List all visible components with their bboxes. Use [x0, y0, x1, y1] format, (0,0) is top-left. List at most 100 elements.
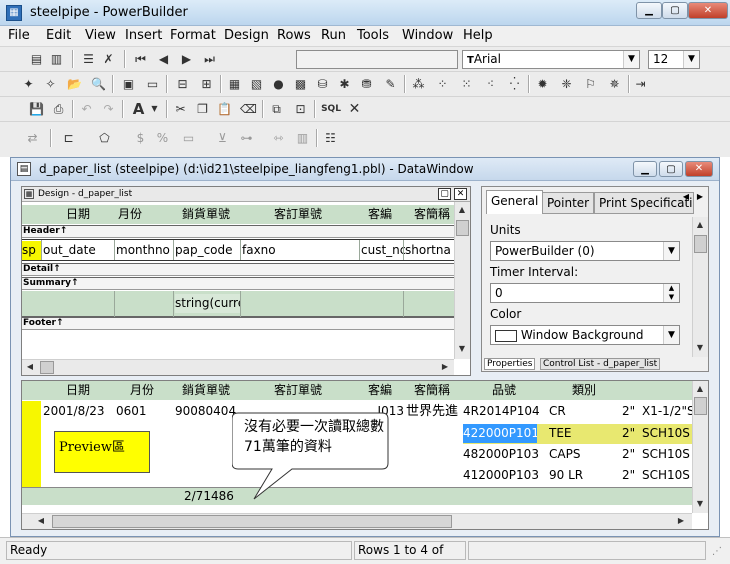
chevron-down-icon[interactable]: ▼	[663, 326, 679, 344]
border-style-icon[interactable]: ▭	[180, 130, 197, 146]
detail-field-cust-nc[interactable]: cust_nc	[361, 241, 405, 260]
header-sale-no[interactable]: 銷貨單號	[182, 205, 230, 224]
menu-run[interactable]: Run	[321, 28, 346, 43]
detail-field-sp[interactable]: sp	[22, 241, 41, 260]
detail-field-monthno[interactable]: monthno	[116, 241, 170, 260]
menu-edit[interactable]: Edit	[46, 28, 71, 43]
summary-field[interactable]: string(curre	[175, 294, 241, 313]
report-icon[interactable]: ▦	[226, 76, 243, 92]
summary-band-label[interactable]: Summary↑	[22, 277, 454, 290]
database-icon[interactable]: ⛃	[358, 76, 375, 92]
detail-band[interactable]: Detail↑	[22, 263, 454, 276]
print-icon[interactable]: ⎙	[50, 101, 67, 117]
header-band[interactable]: Header↑	[22, 225, 454, 238]
prior-page-icon[interactable]: ◀	[155, 51, 172, 67]
child-minimize-button[interactable]: ▁	[633, 161, 657, 177]
scroll-left-icon[interactable]: ◀	[23, 360, 37, 374]
browse-icon[interactable]: 🔍	[90, 76, 107, 92]
last-page-icon[interactable]: ⏭	[201, 51, 218, 67]
font-name-combo[interactable]: TArial ▼	[462, 50, 640, 69]
timer-interval-spinner[interactable]: 0 ▲ ▼	[490, 283, 680, 303]
header-cust-order[interactable]: 客訂單號	[274, 205, 322, 224]
design-vertical-scrollbar[interactable]: ▲ ▼	[454, 202, 470, 359]
detail-field-out-date[interactable]: out_date	[43, 241, 96, 260]
layout-icon[interactable]: ▣	[120, 76, 137, 92]
font-size-combo[interactable]: 12 ▼	[648, 50, 700, 69]
close-button[interactable]: ✕	[688, 2, 728, 19]
grid-toggle-icon[interactable]: ☷	[322, 130, 339, 146]
dbprofile-icon[interactable]: ⛁	[314, 76, 331, 92]
scroll-left-icon[interactable]: ◀	[34, 514, 48, 528]
shape-icon[interactable]: ⬠	[96, 130, 113, 146]
text-icon[interactable]: A	[130, 101, 147, 117]
insert-row-icon[interactable]: ▤	[28, 51, 45, 67]
dollar-icon[interactable]: $	[132, 130, 149, 146]
edit-icon[interactable]: ✎	[382, 76, 399, 92]
close-pane-icon[interactable]: ✕	[454, 188, 467, 200]
menu-file[interactable]: File	[8, 28, 30, 43]
insert-column-icon[interactable]: ☰	[80, 51, 97, 67]
scroll-right-icon[interactable]: ▶	[438, 360, 452, 374]
tab-pointer[interactable]: Pointer	[542, 192, 595, 214]
scroll-thumb[interactable]	[694, 397, 707, 415]
stop-icon[interactable]: ●	[270, 76, 287, 92]
maximize-pane-icon[interactable]: ▢	[438, 188, 451, 200]
spinner-arrows-icon[interactable]: ▲ ▼	[663, 284, 679, 302]
runner-icon[interactable]: ⚐	[582, 76, 599, 92]
sql-icon[interactable]: SQL	[320, 101, 342, 117]
duplicate-icon[interactable]: ⧉	[268, 101, 285, 117]
menu-view[interactable]: View	[85, 28, 116, 43]
delete-column-icon[interactable]: ✗	[100, 51, 117, 67]
scroll-thumb[interactable]	[52, 515, 452, 528]
chevron-down-icon[interactable]: ▼	[663, 242, 679, 260]
properties-scrollbar[interactable]: ▲ ▼	[692, 217, 708, 357]
menu-format[interactable]: Format	[170, 28, 216, 43]
menu-design[interactable]: Design	[224, 28, 269, 43]
window-icon[interactable]: ▭	[144, 76, 161, 92]
graph-icon[interactable]: ▧	[248, 76, 265, 92]
footer-band[interactable]: Footer↑	[22, 317, 454, 330]
grid-4-icon[interactable]: ⁖	[482, 76, 499, 92]
library-icon[interactable]: ▩	[292, 76, 309, 92]
scroll-right-icon[interactable]: ▶	[674, 514, 688, 528]
detail-field-shortna[interactable]: shortna	[405, 241, 453, 260]
undo-icon[interactable]: ↶	[78, 101, 95, 117]
chevron-down-icon[interactable]: ▼	[146, 101, 163, 117]
close-icon[interactable]: ✕	[346, 101, 363, 117]
design-horizontal-scrollbar[interactable]: ◀ ▶	[22, 359, 454, 375]
scroll-up-icon[interactable]: ▲	[693, 382, 707, 396]
grid-2-icon[interactable]: ⁘	[434, 76, 451, 92]
style-combo[interactable]	[296, 50, 458, 69]
redo-icon[interactable]: ↷	[100, 101, 117, 117]
maximize-button[interactable]: ▢	[662, 2, 688, 19]
scroll-thumb[interactable]	[694, 235, 707, 253]
tab-general[interactable]: General	[486, 190, 544, 214]
detail-field-faxno[interactable]: faxno	[242, 241, 276, 260]
menu-window[interactable]: Window	[402, 28, 453, 43]
debug-icon[interactable]: ✱	[336, 76, 353, 92]
tab-properties[interactable]: Properties	[484, 358, 536, 370]
tab-control-list[interactable]: Control List - d_paper_list	[540, 358, 661, 370]
scroll-up-icon[interactable]: ▲	[693, 218, 707, 232]
align-bottom-icon[interactable]: ⊻	[214, 130, 231, 146]
copy-icon[interactable]: ❐	[194, 101, 211, 117]
border-icon[interactable]: ⊏	[60, 130, 77, 146]
delete-row-icon[interactable]: ▥	[48, 51, 65, 67]
tab-scroll-left-icon[interactable]: ◀	[680, 190, 692, 204]
menu-tools[interactable]: Tools	[357, 28, 389, 43]
scroll-thumb[interactable]	[456, 220, 469, 236]
scroll-down-icon[interactable]: ▼	[693, 341, 707, 355]
next-page-icon[interactable]: ▶	[178, 51, 195, 67]
tab-order-icon[interactable]: ⇄	[24, 130, 41, 146]
resize-grip-icon[interactable]: ⋰	[712, 546, 722, 557]
space-icon[interactable]: ⇿	[270, 130, 287, 146]
cell-item[interactable]: 422000P101	[463, 424, 537, 443]
clear-icon[interactable]: ⌫	[240, 101, 257, 117]
grid-3-icon[interactable]: ⁙	[458, 76, 475, 92]
new-icon[interactable]: ✦	[20, 76, 37, 92]
preview-vertical-scrollbar[interactable]: ▲ ▼	[692, 381, 708, 513]
exit-icon[interactable]: ⇥	[632, 76, 649, 92]
menu-help[interactable]: Help	[463, 28, 493, 43]
detail-field-pap-code[interactable]: pap_code	[175, 241, 233, 260]
scroll-thumb[interactable]	[40, 361, 54, 374]
